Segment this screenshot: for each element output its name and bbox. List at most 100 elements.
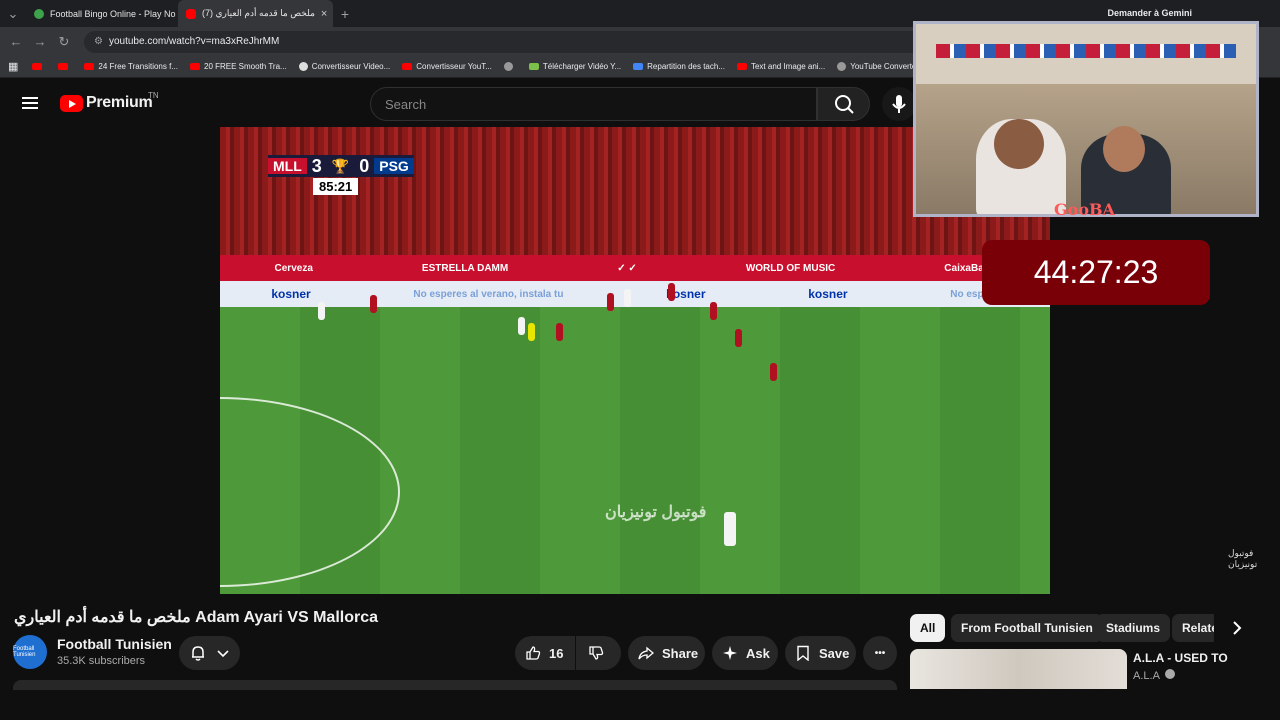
globe-bookmark-icon [837,62,847,71]
board-ad: kosner [808,287,848,301]
bookmark-item[interactable]: Convertisseur YouT... [402,62,492,71]
subscribed-notification-button[interactable] [179,636,240,670]
search-placeholder: Search [385,96,427,112]
player [710,302,717,320]
trophy-icon: 🏆 [331,157,350,174]
bookmark-item[interactable]: 20 FREE Smooth Tra... [190,62,287,71]
share-button[interactable]: Share [628,636,705,670]
forward-icon[interactable]: → [28,34,52,49]
gemini-button[interactable]: Demander à Gemini [1107,8,1192,18]
ask-label: Ask [746,645,770,661]
sparkle-icon [723,646,737,660]
bookmark-item[interactable] [32,63,46,70]
chip-stadiums[interactable]: Stadiums [1096,614,1171,642]
match-clock: 85:21 [313,178,359,195]
verified-icon [1165,669,1176,679]
dislike-button[interactable] [576,636,621,670]
recommended-video-title[interactable]: A.L.A - USED TO [1133,651,1228,665]
player [735,329,742,347]
guest-person [1103,126,1145,172]
webcam-overlay [913,21,1259,217]
channel-name[interactable]: Football Tunisien [57,636,172,652]
tab-youtube-video[interactable]: (7) ملخص ما قدمه أدم العياري × [178,0,333,27]
football-pitch [220,307,1050,594]
bookmark-item[interactable]: Text and Image ani... [736,62,825,71]
nike-logo-icon: ✓ ✓ [617,262,637,274]
advertising-board: Cerveza ESTRELLA DAMM ✓ ✓ WORLD OF MUSIC… [220,255,1050,281]
chevron-right-icon[interactable] [1227,618,1247,638]
recommended-video-thumbnail[interactable] [910,649,1127,689]
recommended-channel[interactable]: A.L.A [1133,669,1176,682]
share-icon [638,646,654,660]
board-ad: Cerveza [274,262,313,274]
youtube-bookmark-icon [32,63,43,70]
logo-text: Premium [86,94,153,111]
bell-icon [192,646,204,661]
chevron-down-icon [217,650,229,658]
description-box[interactable] [13,680,897,690]
youtube-bookmark-icon [190,63,200,70]
scoreboard: MLL 3 🏆 0 PSG [268,155,414,177]
bookmark-item[interactable] [58,63,72,70]
tab-search-icon[interactable]: ⌄ [0,6,26,22]
thumbs-down-icon [589,646,604,660]
voice-search-button[interactable] [882,87,916,121]
home-team: MLL [268,158,307,174]
docs-bookmark-icon [633,63,644,70]
thumbs-up-icon [526,646,541,660]
player [528,323,535,341]
bookmark-item[interactable] [503,62,517,71]
channel-watermark: فوتبول تونيزيان [605,504,707,521]
advertising-board-lower: kosner No esperes al verano, instala tu … [220,281,1050,307]
site-info-icon[interactable]: ⚙ [94,36,103,47]
close-tab-icon[interactable]: × [315,8,327,20]
bookmark-item[interactable]: Repartition des tach... [633,62,725,71]
youtube-bookmark-icon [402,63,413,70]
player [624,289,631,307]
player [724,512,736,546]
country-code: TN [148,91,159,100]
chip-all[interactable]: All [910,614,946,642]
bookmark-icon [797,645,809,661]
search-input[interactable]: Search [370,87,817,121]
youtube-favicon-icon [186,8,196,19]
channel-avatar[interactable]: Football Tunisien [13,635,47,669]
url-text: youtube.com/watch?v=ma3xReJhrMM [108,36,280,47]
more-actions-button[interactable]: ••• [863,636,897,670]
player [318,302,325,320]
ask-button[interactable]: Ask [712,636,778,670]
bookmark-item[interactable]: Télécharger Vidéo Y... [528,62,621,71]
board-ad: WORLD OF MUSIC [745,262,836,274]
chip-from-channel[interactable]: From Football Tunisien [951,614,1103,642]
download-bookmark-icon [528,63,539,70]
board-ad: kosner [271,287,311,301]
globe-bookmark-icon [503,62,513,71]
search-button[interactable] [817,87,870,121]
youtube-bookmark-icon [736,63,747,70]
save-button[interactable]: Save [785,636,856,670]
back-icon[interactable]: ← [4,34,28,49]
microphone-icon [892,95,906,113]
like-button[interactable]: 16 [515,636,575,670]
like-count: 16 [549,645,564,661]
tab-football-bingo[interactable]: Football Bingo Online - Play No × [26,0,178,27]
player [556,323,563,341]
chip-related[interactable]: Related [1172,614,1214,642]
youtube-bookmark-icon [84,63,95,70]
menu-icon[interactable] [22,97,38,109]
reload-icon[interactable]: ↻ [52,34,76,50]
player [370,295,377,313]
bookmark-item[interactable]: 24 Free Transitions f... [84,62,178,71]
youtube-play-icon [60,94,83,112]
board-ad: No esperes al verano, instala tu [413,288,564,300]
share-label: Share [662,645,699,661]
bookmark-item[interactable]: Convertisseur Video... [298,62,390,71]
apps-icon[interactable]: ▦ [8,60,18,73]
youtube-bookmark-icon [58,63,69,70]
youtube-premium-logo[interactable]: Premium TN [60,91,159,112]
google-bookmark-icon [298,62,308,71]
url-field[interactable]: ⚙ youtube.com/watch?v=ma3xReJhrMM [84,30,924,53]
search-icon [835,95,854,114]
new-tab-button[interactable]: + [333,6,357,22]
center-circle [220,397,400,587]
